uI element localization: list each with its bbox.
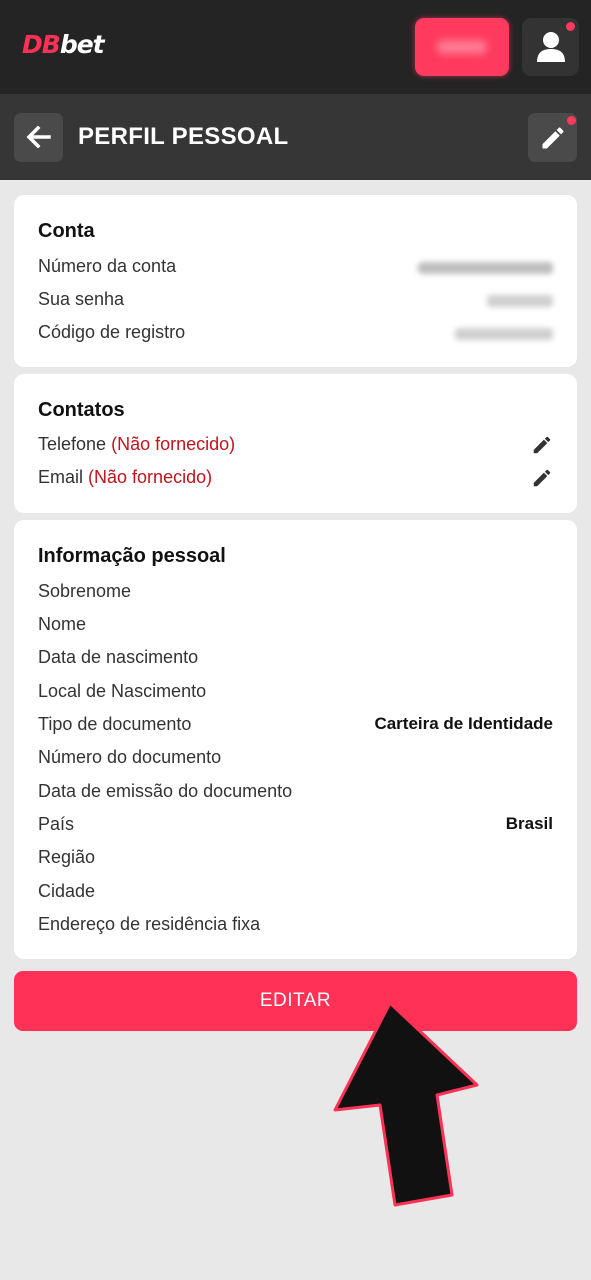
surname-row: Sobrenome — [38, 581, 132, 601]
email-row: Email (Não fornecido) — [38, 467, 553, 491]
arrow-left-icon — [26, 126, 51, 148]
document-number-row: Número do documento — [38, 747, 222, 767]
sub-header: PERFIL PESSOAL — [0, 94, 591, 180]
blurred-password — [487, 295, 553, 307]
notification-dot — [567, 116, 576, 125]
top-bar: DBbet — [0, 0, 591, 94]
document-issue-date-row: Data de emissão do documento — [38, 781, 293, 801]
contacts-title: Contatos — [38, 399, 125, 421]
account-card: Conta Número da conta Sua senha Código d… — [14, 195, 577, 367]
address-row: Endereço de residência fixa — [38, 914, 261, 934]
region-row: Região — [38, 847, 96, 867]
first-name-row: Nome — [38, 614, 87, 634]
user-icon — [537, 32, 565, 62]
document-type-row: Tipo de documento Carteira de Identidade — [38, 714, 553, 734]
birth-date-row: Data de nascimento — [38, 647, 199, 667]
registration-code-row: Código de registro — [38, 322, 553, 346]
back-button[interactable] — [14, 113, 63, 162]
personal-info-card: Informação pessoal Sobrenome Nome Data d… — [14, 520, 577, 959]
personal-info-title: Informação pessoal — [38, 545, 226, 567]
birth-place-row: Local de Nascimento — [38, 681, 207, 701]
contacts-card: Contatos Telefone (Não fornecido) Email … — [14, 374, 577, 513]
account-number-row: Número da conta — [38, 256, 553, 280]
arrow-pointer-icon — [333, 1001, 479, 1207]
notification-dot — [566, 22, 575, 31]
phone-row: Telefone (Não fornecido) — [38, 434, 553, 458]
edit-button[interactable]: EDITAR — [14, 971, 577, 1031]
edit-profile-button[interactable] — [528, 113, 577, 162]
blurred-label — [437, 40, 487, 54]
blurred-account-number — [418, 262, 553, 274]
account-title: Conta — [38, 220, 95, 242]
user-menu-button[interactable] — [522, 18, 579, 76]
country-row: País Brasil — [38, 814, 553, 834]
edit-email-pencil-icon[interactable] — [531, 467, 553, 489]
city-row: Cidade — [38, 881, 96, 901]
edit-phone-pencil-icon[interactable] — [531, 434, 553, 456]
dbbet-logo[interactable]: DBbet — [22, 30, 105, 59]
page-title: PERFIL PESSOAL — [78, 123, 289, 150]
deposit-button[interactable] — [415, 18, 509, 76]
blurred-registration-code — [455, 328, 553, 340]
password-row: Sua senha — [38, 289, 553, 313]
pencil-icon — [542, 127, 564, 149]
